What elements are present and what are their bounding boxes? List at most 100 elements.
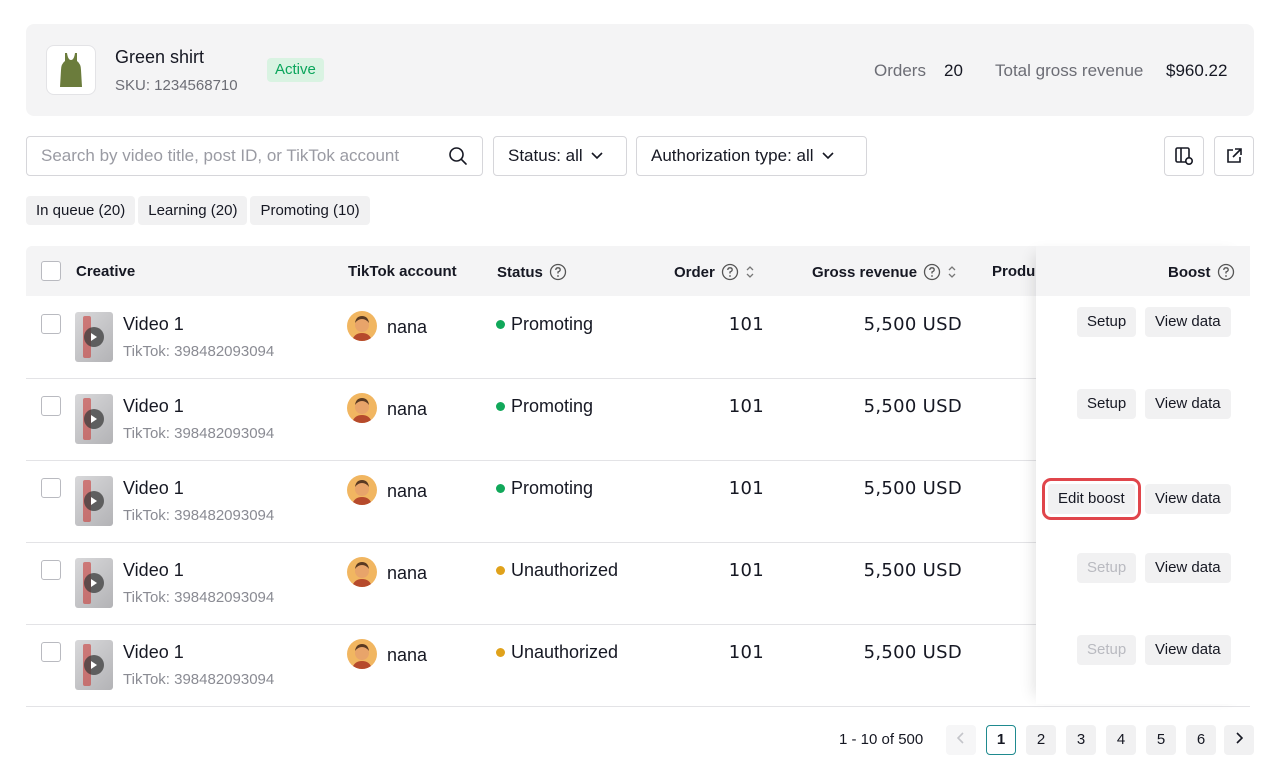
status-dot xyxy=(496,566,505,575)
row-checkbox[interactable] xyxy=(41,396,61,416)
tab-promoting[interactable]: Promoting (10) xyxy=(250,196,370,225)
row-checkbox[interactable] xyxy=(41,478,61,498)
revenue-value: $960.22 xyxy=(1166,61,1228,80)
play-icon xyxy=(84,409,104,429)
page-button-5[interactable]: 5 xyxy=(1146,725,1176,755)
status-badge: Active xyxy=(267,58,324,82)
auth-filter-label: Authorization type: all xyxy=(651,146,814,165)
video-title[interactable]: Video 1 xyxy=(123,560,184,581)
chevron-down-icon xyxy=(821,152,834,160)
avatar xyxy=(347,393,377,423)
avatar xyxy=(347,557,377,587)
product-name: Green shirt xyxy=(115,47,205,67)
row-checkbox[interactable] xyxy=(41,642,61,662)
order-count: 101 xyxy=(728,478,764,499)
auth-type-filter-dropdown[interactable]: Authorization type: all xyxy=(636,136,867,176)
help-icon[interactable] xyxy=(549,263,567,281)
status-filter-label: Status: all xyxy=(508,146,583,165)
order-count: 101 xyxy=(728,642,764,663)
column-header-product: Produ xyxy=(992,263,1036,280)
video-thumbnail[interactable] xyxy=(75,394,113,444)
tiktok-account-name[interactable]: nana xyxy=(387,317,427,338)
gross-revenue: 5,500 USD xyxy=(863,478,962,499)
column-header-revenue[interactable]: Gross revenue xyxy=(812,263,957,281)
search-input[interactable] xyxy=(41,137,441,175)
tank-top-icon xyxy=(60,53,82,87)
status-indicator: Promoting xyxy=(496,478,593,499)
view-data-button[interactable]: View data xyxy=(1145,635,1231,665)
page-button-3[interactable]: 3 xyxy=(1066,725,1096,755)
play-icon xyxy=(84,491,104,511)
view-data-button[interactable]: View data xyxy=(1145,553,1231,583)
order-count: 101 xyxy=(728,560,764,581)
row-checkbox[interactable] xyxy=(41,314,61,334)
status-text: Promoting xyxy=(511,314,594,334)
gross-revenue: 5,500 USD xyxy=(863,314,962,335)
avatar xyxy=(347,311,377,341)
setup-boost-button[interactable]: Setup xyxy=(1077,307,1137,337)
play-icon xyxy=(84,655,104,675)
play-icon xyxy=(84,327,104,347)
status-filter-dropdown[interactable]: Status: all xyxy=(493,136,627,176)
play-icon xyxy=(84,573,104,593)
page-button-1[interactable]: 1 xyxy=(986,725,1016,755)
tiktok-account-name[interactable]: nana xyxy=(387,399,427,420)
video-thumbnail[interactable] xyxy=(75,312,113,362)
column-header-creative: Creative xyxy=(76,263,136,280)
status-indicator: Unauthorized xyxy=(496,560,618,581)
column-settings-icon xyxy=(1175,147,1194,166)
setup-boost-button: Setup xyxy=(1077,553,1137,583)
help-icon[interactable] xyxy=(721,263,739,281)
page-button-2[interactable]: 2 xyxy=(1026,725,1056,755)
export-button[interactable] xyxy=(1214,136,1254,176)
page-button-6[interactable]: 6 xyxy=(1186,725,1216,755)
product-summary: Green shirt SKU: 1234568710 Active Order… xyxy=(26,24,1254,116)
video-thumbnail[interactable] xyxy=(75,558,113,608)
edit-boost-button[interactable]: Edit boost xyxy=(1042,478,1141,520)
select-all-checkbox[interactable] xyxy=(41,261,61,281)
status-dot xyxy=(496,484,505,493)
orders-label: Orders xyxy=(874,61,926,80)
status-tabs: In queue (20) Learning (20) Promoting (1… xyxy=(26,196,370,225)
gross-revenue: 5,500 USD xyxy=(863,560,962,581)
tiktok-account-name[interactable]: nana xyxy=(387,645,427,666)
column-header-order[interactable]: Order xyxy=(674,263,755,281)
page-button-4[interactable]: 4 xyxy=(1106,725,1136,755)
video-thumbnail[interactable] xyxy=(75,640,113,690)
video-title[interactable]: Video 1 xyxy=(123,314,184,335)
help-icon[interactable] xyxy=(1217,263,1235,281)
product-sku: SKU: 1234568710 xyxy=(115,77,238,94)
status-dot xyxy=(496,648,505,657)
view-data-button[interactable]: View data xyxy=(1145,484,1231,514)
view-data-button[interactable]: View data xyxy=(1145,307,1231,337)
next-page-button[interactable] xyxy=(1224,725,1254,755)
status-text: Unauthorized xyxy=(511,560,619,580)
video-post-id: TikTok: 398482093094 xyxy=(123,507,275,524)
video-title[interactable]: Video 1 xyxy=(123,642,184,663)
search-icon[interactable] xyxy=(448,146,468,166)
tab-in-queue[interactable]: In queue (20) xyxy=(26,196,136,225)
search-box[interactable] xyxy=(26,136,483,176)
setup-boost-button[interactable]: Setup xyxy=(1077,389,1137,419)
view-data-button[interactable]: View data xyxy=(1145,389,1231,419)
tiktok-account-name[interactable]: nana xyxy=(387,563,427,584)
pagination-info: 1 - 10 of 500 xyxy=(839,731,924,748)
sort-icon[interactable] xyxy=(947,265,957,279)
row-checkbox[interactable] xyxy=(41,560,61,580)
setup-boost-button: Setup xyxy=(1077,635,1137,665)
column-settings-button[interactable] xyxy=(1164,136,1204,176)
video-title[interactable]: Video 1 xyxy=(123,478,184,499)
revenue-label: Total gross revenue xyxy=(995,61,1144,80)
gross-revenue: 5,500 USD xyxy=(863,642,962,663)
video-title[interactable]: Video 1 xyxy=(123,396,184,417)
tab-learning[interactable]: Learning (20) xyxy=(138,196,248,225)
sort-icon[interactable] xyxy=(745,265,755,279)
help-icon[interactable] xyxy=(923,263,941,281)
avatar xyxy=(347,639,377,669)
video-thumbnail[interactable] xyxy=(75,476,113,526)
status-dot xyxy=(496,320,505,329)
prev-page-button[interactable] xyxy=(946,725,976,755)
tiktok-account-name[interactable]: nana xyxy=(387,481,427,502)
video-post-id: TikTok: 398482093094 xyxy=(123,425,275,442)
status-text: Unauthorized xyxy=(511,642,619,662)
